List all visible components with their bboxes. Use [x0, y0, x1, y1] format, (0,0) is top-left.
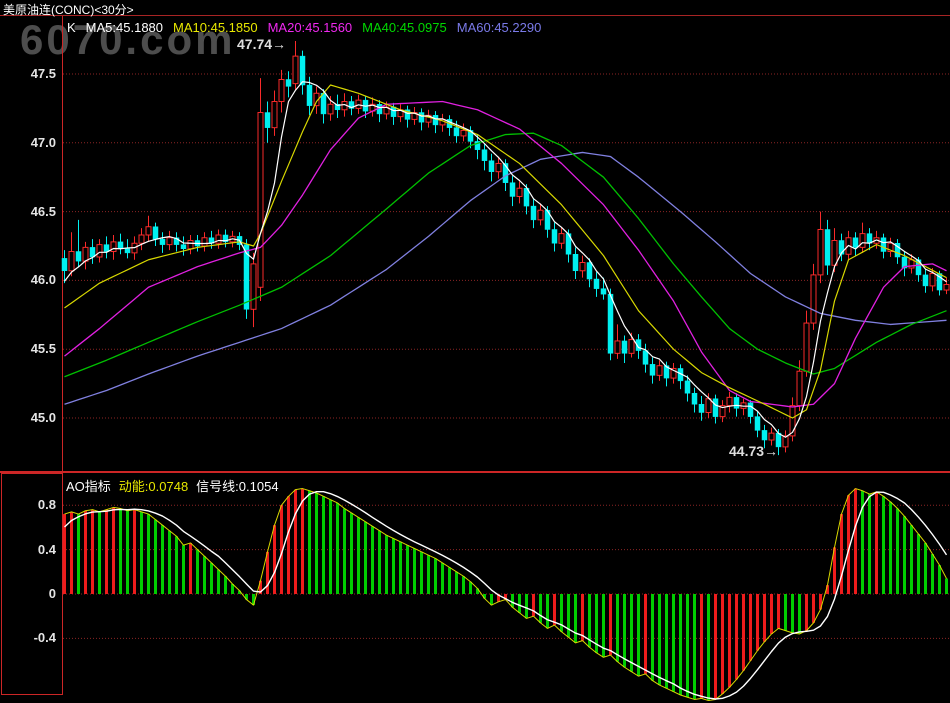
legend-ma10: MA10:45.1850	[173, 20, 258, 35]
legend-ma5: MA5:45.1880	[85, 20, 164, 35]
legend-k-label: K	[67, 20, 76, 35]
y-axis-tick-label: 45.0	[30, 410, 56, 425]
legend-ma60: MA60:45.2290	[456, 20, 542, 35]
y-axis-tick-label: 47.0	[30, 134, 56, 150]
y-axis-tick-label: 0.8	[37, 497, 56, 513]
trading-app-window: 6070.com 美原油连(CONC)<30分> K MA5:45.1880 M…	[0, 0, 950, 703]
ma-legend: K MA5:45.1880 MA10:45.1850 MA20:45.1560 …	[67, 20, 541, 35]
chart-canvas[interactable]	[0, 0, 950, 703]
ao-signal-value: 信号线:0.1054	[196, 479, 279, 494]
y-axis-tick-label: 45.5	[30, 341, 56, 357]
ao-indicator-legend: AO指标 动能:0.0748 信号线:0.1054	[66, 476, 279, 495]
high-price-annotation: 47.74→	[237, 36, 287, 52]
legend-ma20: MA20:45.1560	[267, 20, 353, 35]
y-axis-tick-label: 0.4	[37, 541, 56, 557]
low-price-annotation: 44.73→	[729, 443, 779, 459]
y-axis-tick-label: 46.0	[30, 272, 56, 288]
legend-ma40: MA40:45.0975	[362, 20, 447, 35]
ao-momentum-value: 动能:0.0748	[118, 479, 189, 494]
y-axis-tick-label: 47.5	[30, 66, 56, 81]
title-bar: 美原油连(CONC)<30分>	[0, 0, 950, 17]
y-axis-tick-label: 0	[48, 586, 56, 601]
y-axis-tick-label: -0.4	[33, 630, 56, 646]
y-axis-tick-label: 46.5	[30, 203, 56, 219]
ao-indicator-name: AO指标	[66, 479, 111, 494]
window-title: 美原油连(CONC)<30分>	[3, 3, 134, 17]
